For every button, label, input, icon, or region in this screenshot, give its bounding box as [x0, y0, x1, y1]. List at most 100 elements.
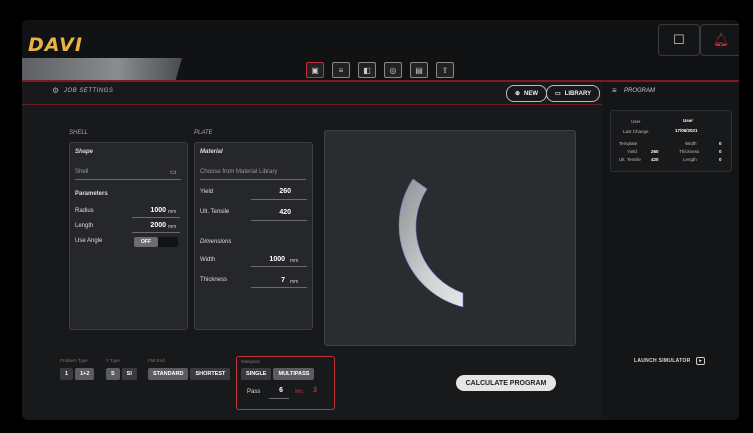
- plus-circle-icon: ⊕: [515, 91, 521, 97]
- thickness-value: 0: [719, 149, 722, 154]
- program-sidebar: ≡ PROGRAM User User Last Change 17/06/20…: [602, 82, 739, 420]
- problem-option-1[interactable]: 1: [60, 368, 74, 380]
- list-icon[interactable]: ≡: [332, 62, 350, 78]
- ult-tensile-value: 420: [279, 209, 291, 216]
- thickness-unit: mm: [290, 279, 299, 285]
- min-value[interactable]: 3: [307, 387, 317, 394]
- shell-panel: Shape Shell ▭ Parameters Radius 1000 mm …: [69, 142, 188, 330]
- length-underline: [132, 232, 180, 233]
- new-button[interactable]: ⊕ NEW: [506, 85, 548, 102]
- launch-simulator-label: LAUNCH SIMULATOR: [634, 358, 691, 364]
- multipass-label: Multipass: [241, 359, 261, 364]
- radius-underline: [132, 217, 180, 218]
- width-unit: mm: [290, 258, 299, 264]
- single-option[interactable]: SINGLE: [241, 368, 272, 380]
- shell-section-label: SHELL: [69, 130, 89, 136]
- notifications-button[interactable]: 🔔︎: [700, 24, 739, 56]
- thickness-underline: [251, 287, 307, 288]
- flat-end-standard[interactable]: STANDARD: [148, 368, 189, 380]
- use-angle-toggle[interactable]: OFF: [134, 237, 178, 247]
- material-underline: [200, 179, 306, 180]
- units-option-si[interactable]: SI: [121, 368, 137, 380]
- width-value: 0: [719, 141, 722, 146]
- subbar-divider: [22, 104, 602, 105]
- app-window: DAVI ▣ ≡ ◧ ◎ ▤ ⇪ ☐ 🔔︎ ⚙ JOB SETTINGS ⊕ N…: [22, 20, 739, 420]
- user-label: User: [631, 119, 641, 124]
- multipass-option[interactable]: MULTIPASS: [273, 368, 315, 380]
- thickness-input[interactable]: 7: [247, 277, 285, 284]
- length-unit: mm: [168, 224, 177, 230]
- units-selector: S SI: [106, 368, 137, 380]
- yield-label: Yield: [627, 149, 637, 154]
- units-option-s[interactable]: S: [106, 368, 120, 380]
- shell-preview: [324, 130, 576, 346]
- plate-panel: Material Choose from Material Library Yi…: [194, 142, 313, 330]
- radius-label: Radius: [75, 208, 94, 214]
- roll-icon[interactable]: ◎: [384, 62, 402, 78]
- library-button-label: LIBRARY: [564, 90, 592, 97]
- job-settings-title: JOB SETTINGS: [64, 88, 114, 94]
- ult-tensile-value: 420: [651, 157, 659, 162]
- program-summary: User User Last Change 17/06/2021 Templat…: [610, 110, 732, 172]
- thickness-label: Thickness: [679, 149, 700, 154]
- flat-end-selector: STANDARD SHORTEST: [148, 368, 231, 380]
- units-label: Y Type: [106, 358, 120, 363]
- thickness-label: Thickness: [200, 277, 228, 283]
- length-value: 0: [719, 157, 722, 162]
- note-icon: ☐: [673, 32, 685, 47]
- play-icon: ▸: [696, 357, 706, 365]
- shell-arc-graphic: [398, 178, 464, 308]
- shape-underline: [75, 179, 181, 180]
- width-label: Width: [685, 141, 697, 146]
- new-button-label: NEW: [524, 90, 539, 97]
- library-button[interactable]: ▭ LIBRARY: [546, 85, 601, 102]
- material-select[interactable]: Choose from Material Library: [200, 169, 277, 175]
- last-change-label: Last Change: [623, 129, 649, 134]
- length-label: Length: [683, 157, 697, 162]
- job-settings-icon-small: ⚙: [52, 86, 60, 95]
- program-title: PROGRAM: [624, 88, 656, 94]
- flat-end-shortest[interactable]: SHORTEST: [190, 368, 231, 380]
- header-stripe: [22, 58, 182, 80]
- pass-label: Pass: [247, 389, 261, 395]
- ult-tensile-underline: [251, 220, 307, 221]
- export-icon[interactable]: ⇪: [436, 62, 454, 78]
- parameters-title: Parameters: [75, 191, 108, 197]
- note-button[interactable]: ☐: [658, 24, 700, 56]
- multipass-selector: SINGLE MULTIPASS: [241, 368, 315, 380]
- machine-icon[interactable]: ▤: [410, 62, 428, 78]
- yield-value: 260: [279, 188, 291, 195]
- use-angle-label: Use Angle: [75, 238, 103, 244]
- min-label: Min.: [295, 389, 305, 395]
- dimensions-title: Dimensions: [200, 239, 232, 245]
- problem-type-label: Problem Type: [60, 358, 88, 363]
- davi-logo: DAVI: [28, 34, 83, 56]
- launch-simulator-button[interactable]: LAUNCH SIMULATOR ▸: [634, 357, 706, 365]
- last-change-value: 17/06/2021: [675, 128, 698, 133]
- yield-label: Yield: [200, 189, 214, 195]
- radius-unit: mm: [168, 209, 177, 215]
- flat-end-label: Flat End: [148, 358, 165, 363]
- multipass-panel: Multipass SINGLE MULTIPASS Pass 6 Min. 3: [236, 356, 335, 410]
- radius-input[interactable]: 1000: [130, 207, 166, 214]
- pass-input[interactable]: 6: [271, 387, 283, 394]
- problem-option-1-2[interactable]: 1+2: [75, 368, 95, 380]
- folder-icon[interactable]: ▭: [170, 168, 177, 176]
- shape-select[interactable]: Shell: [75, 169, 88, 175]
- toggle-off-state: OFF: [134, 237, 158, 247]
- length-input[interactable]: 2000: [130, 222, 166, 229]
- shape-title: Shape: [75, 149, 94, 155]
- job-settings-icon[interactable]: ▣: [306, 62, 324, 78]
- program-list-icon: ≡: [612, 86, 617, 95]
- length-label: Length: [75, 223, 94, 229]
- bell-icon: 🔔︎: [712, 32, 730, 47]
- toolbar-icons: ▣ ≡ ◧ ◎ ▤ ⇪: [306, 62, 454, 78]
- tool-icon[interactable]: ◧: [358, 62, 376, 78]
- plate-section-label: PLATE: [194, 130, 213, 136]
- template-label: Template: [619, 141, 638, 146]
- top-header: DAVI ▣ ≡ ◧ ◎ ▤ ⇪ ☐ 🔔︎: [22, 20, 739, 82]
- user-value: User: [683, 118, 694, 123]
- problem-type-selector: 1 1+2: [60, 368, 95, 380]
- width-input[interactable]: 1000: [247, 256, 285, 263]
- calculate-program-button[interactable]: CALCULATE PROGRAM: [456, 375, 556, 391]
